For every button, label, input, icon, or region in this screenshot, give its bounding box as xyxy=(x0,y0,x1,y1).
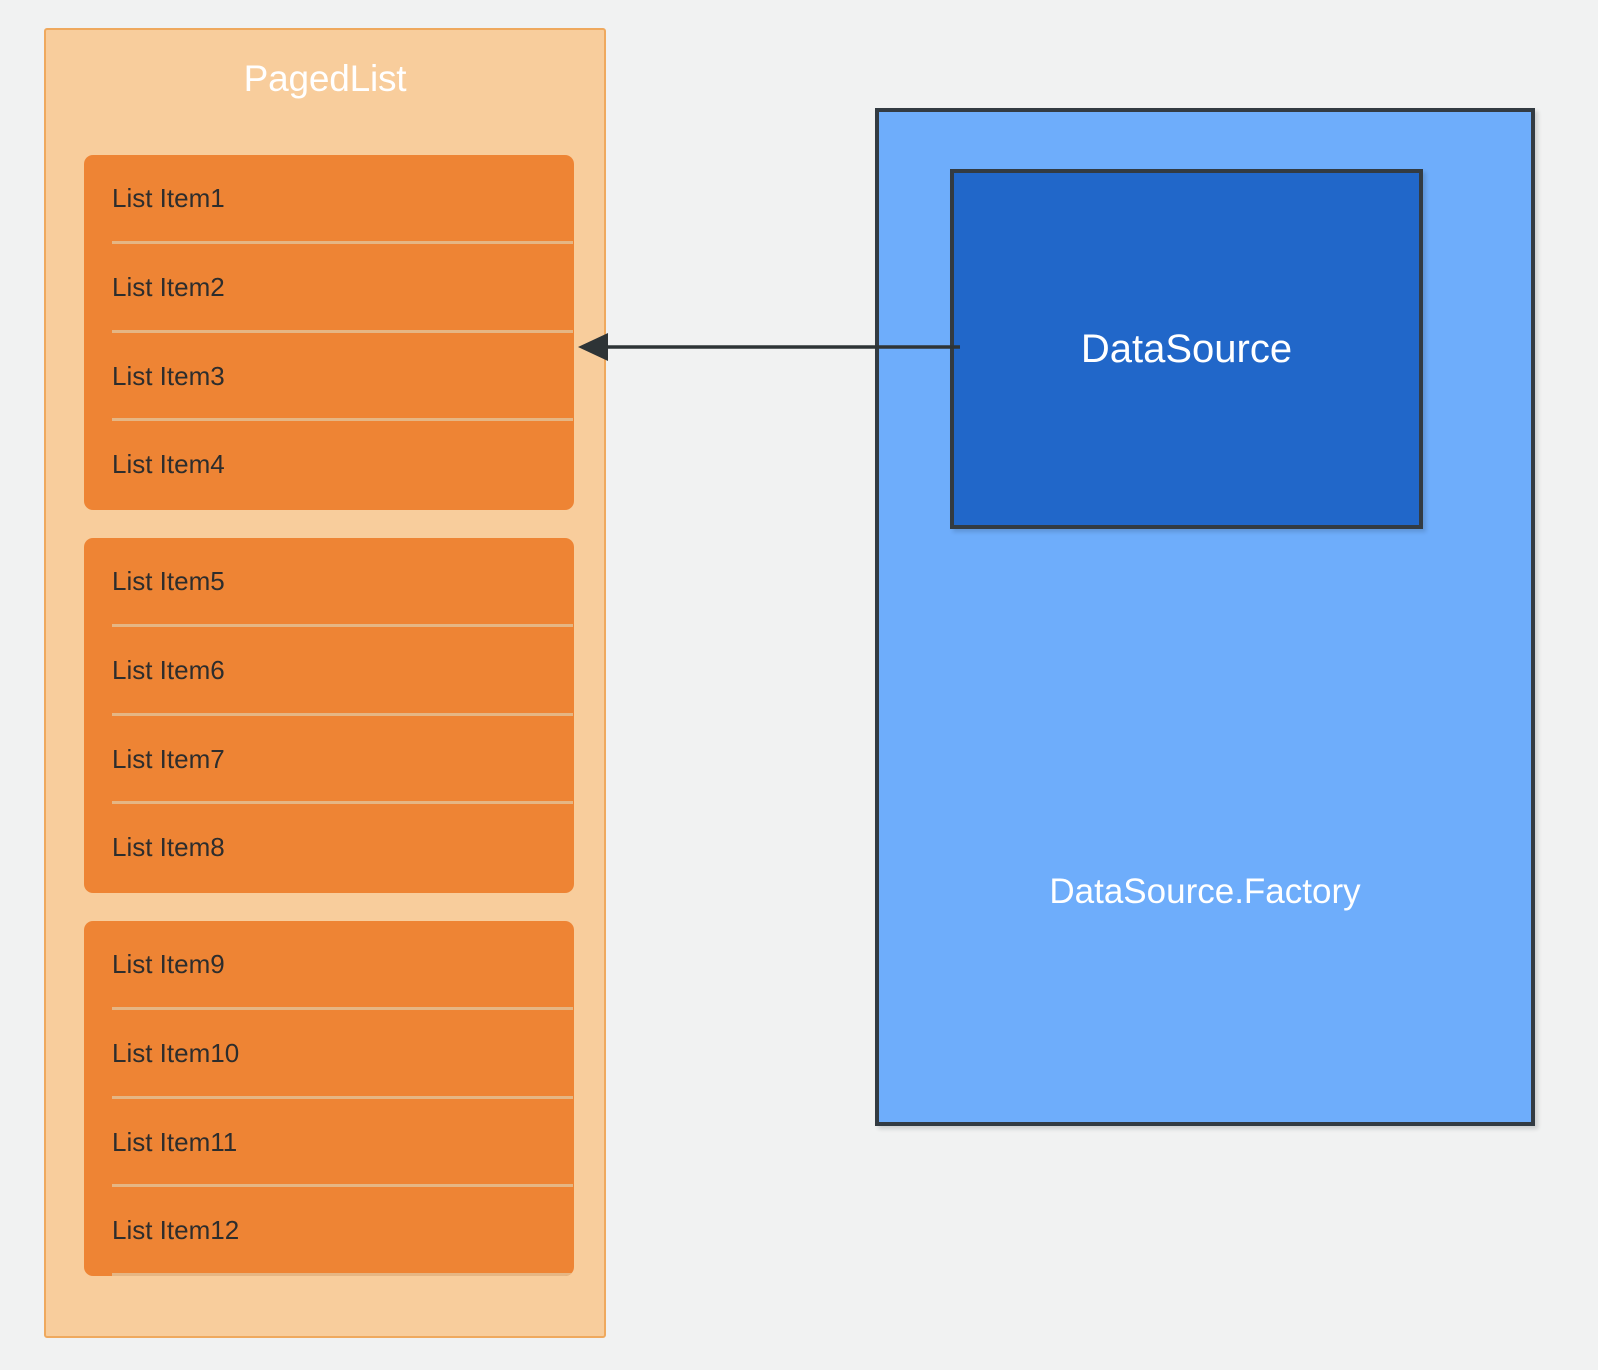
list-item-row[interactable]: List Item3 xyxy=(84,333,574,422)
datasource-factory-container: DataSource DataSource.Factory xyxy=(875,108,1535,1126)
page-group: List Item1 List Item2 List Item3 List It… xyxy=(84,155,574,510)
list-item-row[interactable]: List Item7 xyxy=(84,716,574,805)
list-item-row[interactable]: List Item9 xyxy=(84,921,574,1010)
list-item-label: List Item5 xyxy=(112,566,225,596)
list-item-row[interactable]: List Item10 xyxy=(84,1010,574,1099)
list-item-label: List Item1 xyxy=(112,183,225,213)
row-separator xyxy=(112,1273,573,1276)
list-item-label: List Item12 xyxy=(112,1215,240,1246)
list-item-row[interactable]: List Item8 xyxy=(84,804,574,893)
list-item-row[interactable]: List Item5 xyxy=(84,538,574,627)
page-group: List Item5 List Item6 List Item7 List It… xyxy=(84,538,574,893)
list-item-row[interactable]: List Item12 xyxy=(84,1187,574,1276)
paged-list-container: PagedList List Item1 List Item2 List Ite… xyxy=(44,28,606,1338)
list-item-label: List Item3 xyxy=(112,360,225,391)
datasource-box: DataSource xyxy=(950,169,1423,529)
diagram-canvas: PagedList List Item1 List Item2 List Ite… xyxy=(0,0,1598,1370)
page-group: List Item9 List Item10 List Item11 List … xyxy=(84,921,574,1276)
list-item-label: List Item10 xyxy=(112,1037,240,1068)
datasource-label: DataSource xyxy=(1080,327,1293,371)
list-item-label: List Item9 xyxy=(112,949,225,979)
list-item-label: List Item6 xyxy=(112,654,225,685)
list-item-label: List Item7 xyxy=(112,743,225,774)
list-item-label: List Item8 xyxy=(112,832,225,863)
list-item-row[interactable]: List Item11 xyxy=(84,1099,574,1188)
list-item-label: List Item4 xyxy=(112,449,225,480)
list-item-row[interactable]: List Item6 xyxy=(84,627,574,716)
list-item-label: List Item2 xyxy=(112,271,225,302)
datasource-factory-label: DataSource.Factory xyxy=(1049,872,1361,911)
list-item-row[interactable]: List Item1 xyxy=(84,155,574,244)
list-item-row[interactable]: List Item4 xyxy=(84,421,574,510)
list-item-label: List Item11 xyxy=(112,1126,238,1157)
paged-list-title: PagedList xyxy=(243,58,407,99)
list-item-row[interactable]: List Item2 xyxy=(84,244,574,333)
